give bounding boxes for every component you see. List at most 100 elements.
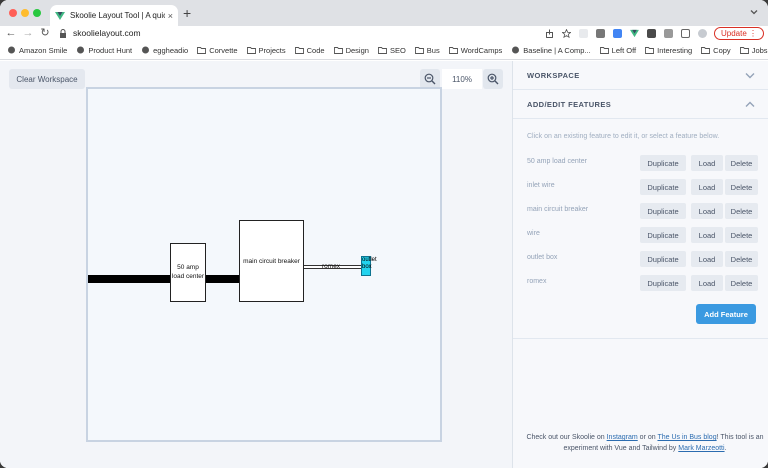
bookmark-item[interactable]: eggheadio (141, 46, 188, 55)
camera-extension-icon[interactable] (595, 28, 605, 38)
feature-row: inlet wire Duplicate Load Delete (527, 179, 758, 195)
minimize-window-button[interactable] (21, 9, 29, 17)
load-center-box[interactable]: 50 amp load center (170, 243, 206, 302)
bookmark-label: WordCamps (460, 45, 503, 55)
reload-icon[interactable]: ↻ (39, 26, 51, 40)
bookmark-item[interactable]: Corvette (197, 45, 238, 55)
wire[interactable] (206, 275, 240, 283)
folder-icon (294, 47, 304, 54)
bookmark-label: Corvette (209, 45, 238, 55)
delete-button[interactable]: Delete (725, 275, 758, 291)
inlet-wire[interactable] (88, 275, 172, 283)
bookmark-item[interactable]: Product Hunt (76, 46, 132, 55)
divider (513, 338, 768, 339)
maximize-window-button[interactable] (33, 9, 41, 17)
features-section-header[interactable]: ADD/EDIT FEATURES (513, 90, 768, 119)
chevron-down-icon (745, 72, 755, 78)
workspace-section-header[interactable]: WORKSPACE (513, 61, 768, 90)
star-icon[interactable] (561, 28, 571, 38)
load-button[interactable]: Load (691, 251, 723, 267)
share-icon[interactable] (545, 29, 554, 38)
extension-blank-icon[interactable] (578, 28, 588, 38)
blue-extension-icon[interactable] (612, 28, 622, 38)
dark-extension-icon[interactable] (646, 28, 656, 38)
bookmark-label: Bus (426, 45, 440, 55)
zoom-out-icon (424, 73, 436, 85)
instagram-link[interactable]: Instagram (607, 434, 638, 441)
bookmark-item[interactable]: WordCamps (448, 45, 503, 55)
main-circuit-breaker-box[interactable]: main circuit breaker (239, 220, 304, 302)
feature-name[interactable]: inlet wire (527, 182, 555, 189)
blog-link[interactable]: The Us in Bus blog (657, 434, 716, 441)
address-bar[interactable]: skoolielayout.com (59, 26, 579, 40)
browser-toolbar: ← → ↻ skoolielayout.com Update ⋮ (0, 26, 768, 41)
new-tab-button[interactable]: + (183, 5, 191, 21)
feature-name[interactable]: main circuit breaker (527, 206, 588, 213)
author-link[interactable]: Mark Marzeotti (678, 445, 724, 452)
sidebar-toggle-icon[interactable] (680, 28, 690, 38)
feature-name[interactable]: 50 amp load center (527, 158, 587, 165)
close-tab-icon[interactable]: × (168, 11, 173, 21)
bookmark-item[interactable]: Projects (246, 46, 286, 55)
delete-button[interactable]: Delete (725, 227, 758, 243)
duplicate-button[interactable]: Duplicate (640, 251, 686, 267)
workspace-canvas[interactable]: 50 amp load center main circuit breaker … (86, 87, 442, 442)
folder-icon (701, 47, 711, 54)
footer-text-2: or on (637, 434, 658, 441)
bookmark-item[interactable]: Left Off (599, 46, 636, 55)
update-button[interactable]: Update ⋮ (713, 26, 764, 40)
zoom-out-button[interactable] (420, 69, 440, 89)
feature-name[interactable]: wire (527, 230, 540, 237)
delete-button[interactable]: Delete (725, 179, 758, 195)
clear-workspace-button[interactable]: Clear Workspace (9, 69, 85, 89)
bookmark-label: Interesting (657, 45, 693, 55)
bookmark-item[interactable]: Code (294, 46, 325, 55)
delete-button[interactable]: Delete (725, 251, 758, 267)
bookmark-item[interactable]: Bus (414, 45, 440, 55)
feature-row: wire Duplicate Load Delete (527, 227, 758, 243)
browser-window: Skoolie Layout Tool | A quick to × + ← →… (0, 0, 768, 468)
puzzle-icon[interactable] (663, 28, 673, 38)
feature-name[interactable]: outlet box (527, 254, 557, 261)
browser-tab[interactable]: Skoolie Layout Tool | A quick to × (50, 5, 178, 26)
close-window-button[interactable] (9, 9, 17, 17)
bookmark-item[interactable]: Interesting (645, 46, 692, 55)
bookmark-item[interactable]: Design (333, 46, 369, 55)
outlet-label: outlet box (362, 257, 377, 270)
load-button[interactable]: Load (691, 275, 723, 291)
zoom-in-icon (487, 73, 499, 85)
duplicate-button[interactable]: Duplicate (640, 155, 686, 171)
duplicate-button[interactable]: Duplicate (640, 179, 686, 195)
footer-text: Check out our Skoolie on Instagram or on… (523, 432, 767, 454)
delete-button[interactable]: Delete (725, 203, 758, 219)
bookmark-item[interactable]: SEO (377, 46, 406, 55)
profile-avatar-icon[interactable] (697, 28, 707, 38)
vue-devtools-icon[interactable] (629, 29, 639, 38)
bookmark-item[interactable]: Jobs (739, 45, 768, 55)
back-arrow-icon[interactable]: ← (5, 26, 17, 40)
delete-button[interactable]: Delete (725, 155, 758, 171)
tab-search-chevron-icon[interactable] (748, 6, 760, 18)
outlet-box[interactable]: outlet box (361, 256, 377, 276)
bookmark-item[interactable]: Amazon Smile (7, 46, 67, 55)
bookmark-item[interactable]: Copy (701, 46, 731, 55)
load-button[interactable]: Load (691, 203, 723, 219)
load-button[interactable]: Load (691, 179, 723, 195)
duplicate-button[interactable]: Duplicate (640, 275, 686, 291)
load-button[interactable]: Load (691, 155, 723, 171)
zoom-in-button[interactable] (483, 69, 503, 89)
folder-icon (333, 47, 343, 54)
footer-text-1: Check out our Skoolie on (526, 434, 607, 441)
update-label: Update (720, 28, 747, 38)
duplicate-button[interactable]: Duplicate (640, 203, 686, 219)
bookmark-label: Jobs (751, 45, 768, 55)
add-feature-button[interactable]: Add Feature (696, 304, 756, 324)
bookmark-label: Copy (713, 45, 731, 55)
feature-row: outlet box Duplicate Load Delete (527, 251, 758, 267)
duplicate-button[interactable]: Duplicate (640, 227, 686, 243)
load-button[interactable]: Load (691, 227, 723, 243)
bookmark-item[interactable]: Baseline | A Comp... (511, 46, 591, 55)
forward-arrow-icon[interactable]: → (22, 26, 34, 40)
load-center-label: 50 amp load center (171, 264, 205, 280)
feature-name[interactable]: romex (527, 278, 546, 285)
